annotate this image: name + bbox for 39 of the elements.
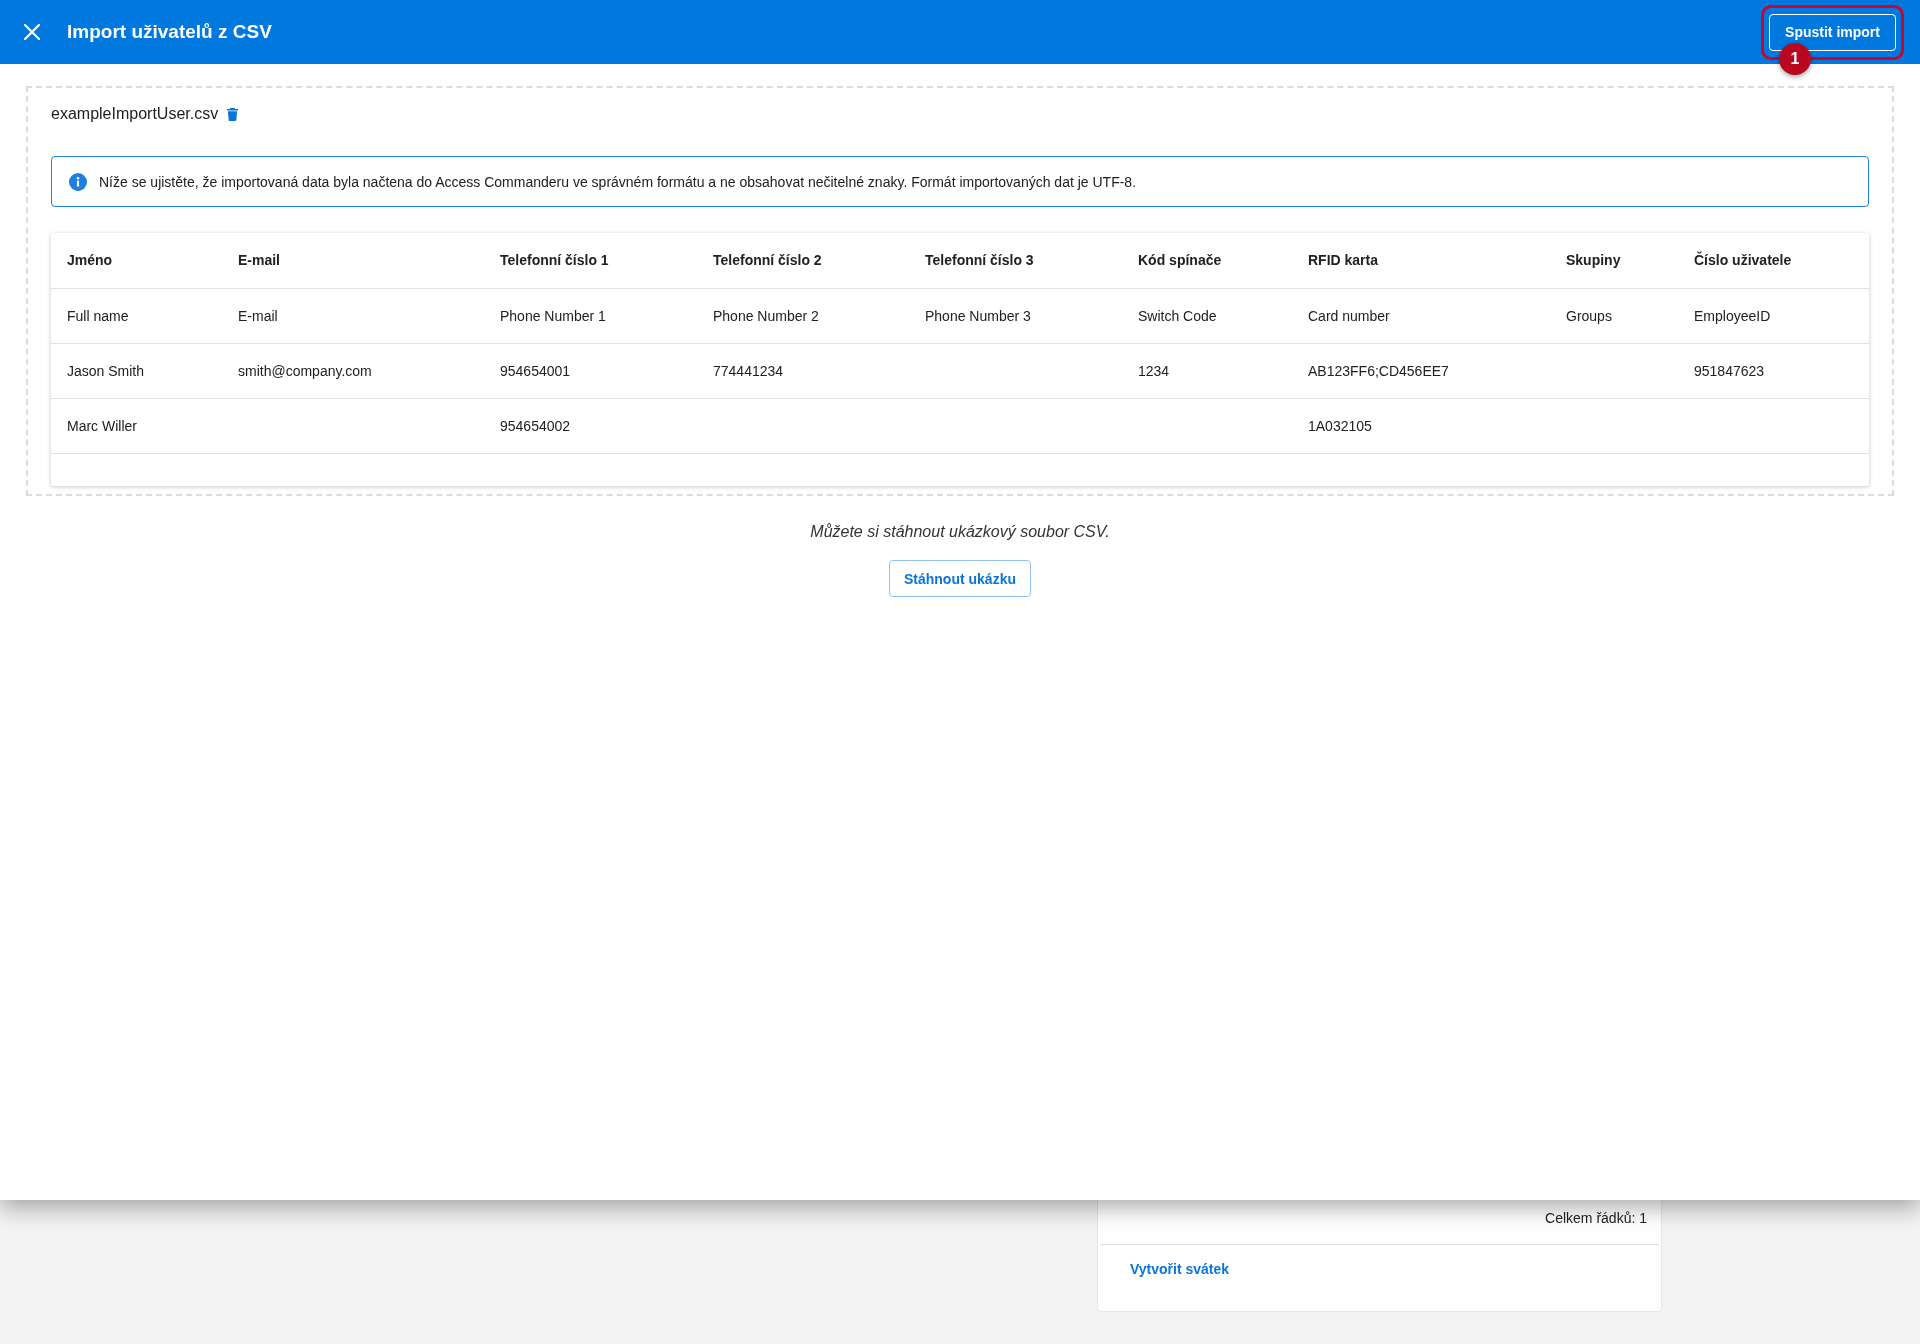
table-cell: Phone Number 1 bbox=[500, 307, 606, 324]
table-cell: 954654002 bbox=[500, 417, 571, 434]
column-header: Číslo uživatele bbox=[1694, 252, 1792, 269]
info-message: Níže se ujistěte, že importovaná data byla načtena do Access Commanderu ve správném formátu a ne obsahovat nečitelné znaky. Formát importovaných dat je UTF-8. bbox=[99, 173, 1137, 190]
column-header: RFID karta bbox=[1308, 252, 1379, 269]
table-cell: Switch Code bbox=[1138, 307, 1217, 324]
column-header: Telefonní číslo 3 bbox=[925, 252, 1034, 269]
start-import-button[interactable]: Spustit import bbox=[1769, 13, 1896, 51]
download-sample-button[interactable]: Stáhnout ukázku bbox=[889, 560, 1031, 597]
table-cell: Jason Smith bbox=[67, 362, 145, 379]
file-name: exampleImportUser.csv bbox=[51, 105, 219, 123]
table-cell: Phone Number 2 bbox=[713, 307, 819, 324]
column-header: Jméno bbox=[67, 252, 113, 269]
info-icon bbox=[69, 172, 87, 191]
table-cell: 951847623 bbox=[1694, 362, 1765, 379]
column-header: Skupiny bbox=[1566, 252, 1621, 269]
trash-icon[interactable] bbox=[227, 107, 239, 121]
dialog-title: Import uživatelů z CSV bbox=[67, 21, 272, 43]
table-cell: Groups bbox=[1566, 307, 1612, 324]
table-cell: Card number bbox=[1308, 307, 1390, 324]
table-cell: Phone Number 3 bbox=[925, 307, 1031, 324]
column-header: Kód spínače bbox=[1138, 252, 1222, 269]
column-header: Telefonní číslo 1 bbox=[500, 252, 609, 269]
table-cell: 1234 bbox=[1138, 362, 1170, 379]
table-cell: Full name bbox=[67, 307, 129, 324]
table-cell: 774441234 bbox=[713, 362, 784, 379]
row-count-label: Celkem řádků: 1 bbox=[1545, 1209, 1647, 1228]
column-header: Telefonní číslo 2 bbox=[713, 252, 822, 269]
table-cell: 1A032105 bbox=[1308, 417, 1372, 434]
close-icon bbox=[24, 24, 40, 40]
table-cell: AB123FF6;CD456EE7 bbox=[1308, 362, 1449, 379]
table-cell: E-mail bbox=[238, 307, 278, 324]
table-cell: 954654001 bbox=[500, 362, 571, 379]
table-cell: EmployeeID bbox=[1694, 307, 1771, 324]
table-cell: Marc Willer bbox=[67, 417, 137, 434]
sample-hint: Můžete si stáhnout ukázkový soubor CSV. bbox=[809, 522, 1111, 542]
create-holiday-link[interactable]: Vytvořit svátek bbox=[1130, 1261, 1230, 1277]
table-cell: smith@company.com bbox=[238, 362, 372, 379]
column-header: E-mail bbox=[238, 252, 280, 269]
